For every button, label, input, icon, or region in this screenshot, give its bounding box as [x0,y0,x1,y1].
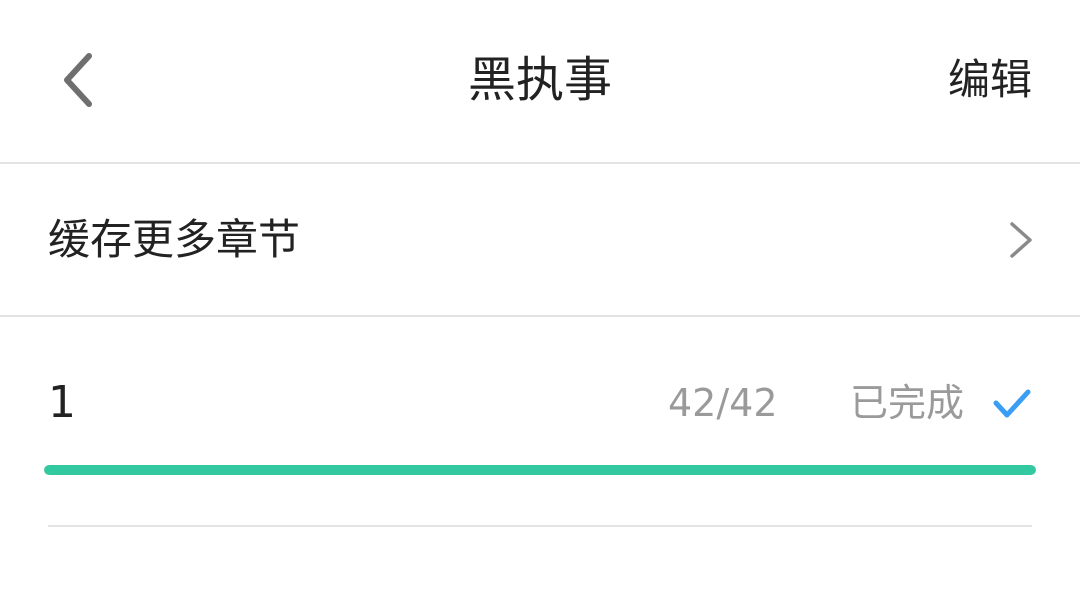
page-title: 黑执事 [467,52,612,108]
download-item-name: 1 [48,377,76,428]
download-item-count: 42/42 [668,381,778,425]
chevron-right-icon [1010,222,1032,258]
check-icon [993,389,1031,418]
download-item[interactable]: 1 42/42 已完成 [0,317,1080,527]
top-bar: 黑执事 编辑 [0,0,1080,164]
back-button[interactable] [44,40,114,120]
divider [48,525,1032,527]
edit-button[interactable]: 编辑 [948,40,1032,120]
cache-more-chapters-label: 缓存更多章节 [48,215,301,264]
chevron-left-icon [64,53,92,107]
download-progress-fill [44,465,1036,475]
download-item-status: 已完成 [850,381,965,425]
cache-more-chapters-row[interactable]: 缓存更多章节 [0,164,1080,317]
download-manager-page: 黑执事 编辑 缓存更多章节 1 42/42 已完成 [0,0,1080,598]
download-progress-bar [44,465,1036,475]
